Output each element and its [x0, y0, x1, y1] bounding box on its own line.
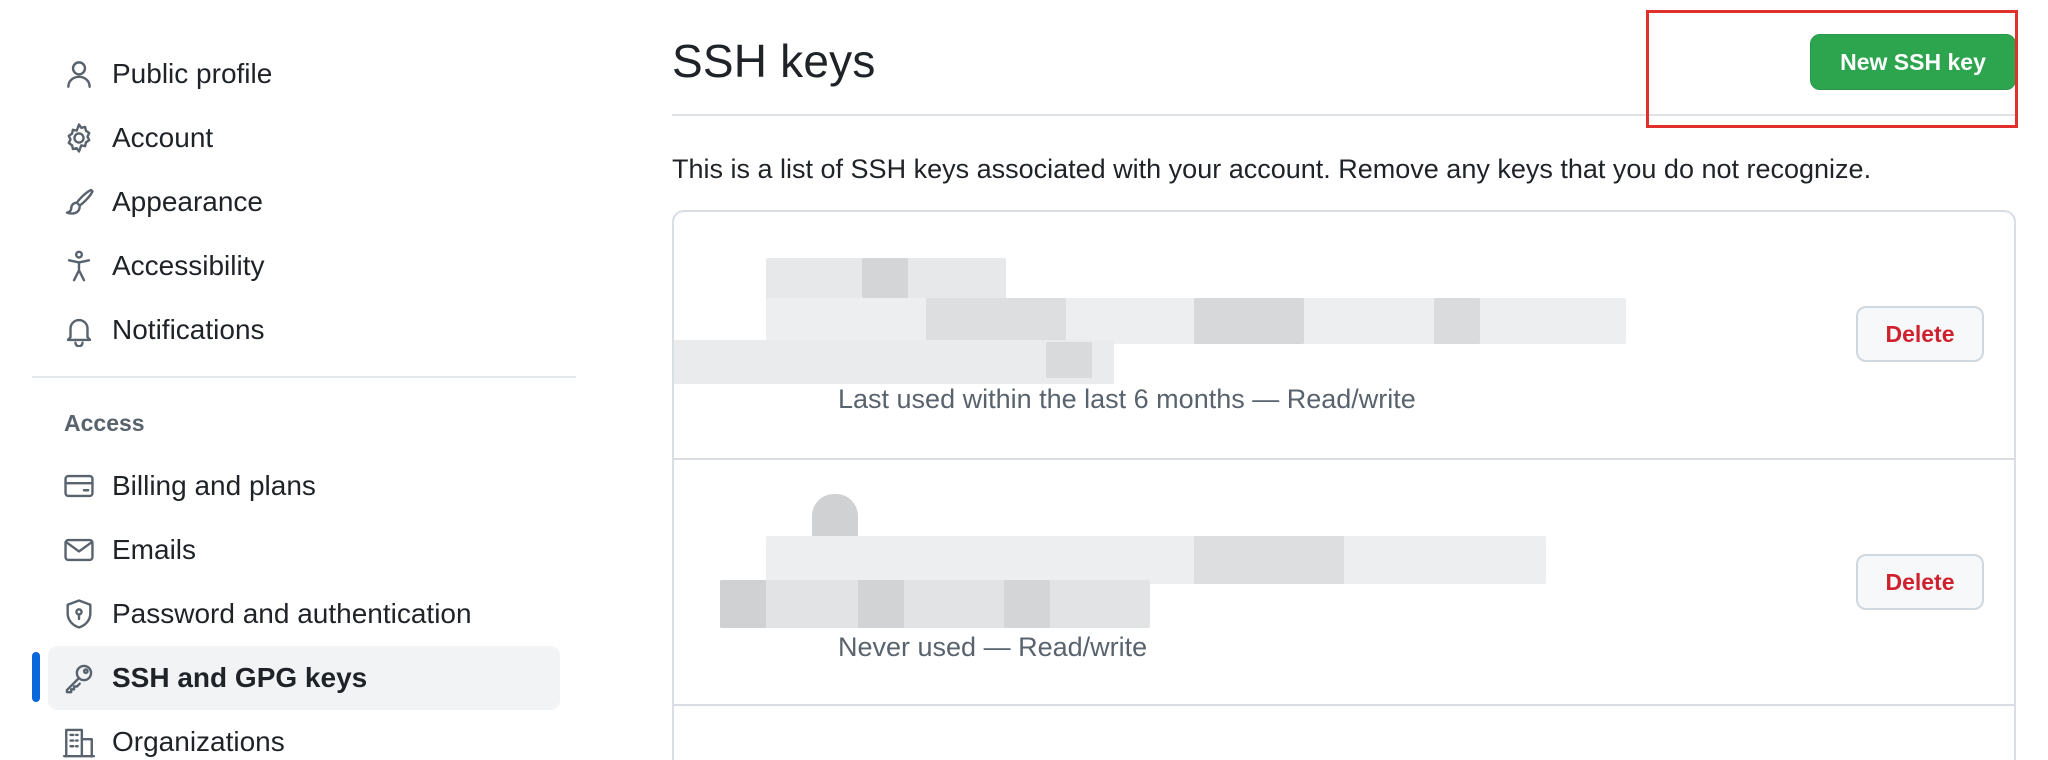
sidebar-item-public-profile[interactable]: Public profile — [48, 42, 560, 106]
gear-icon — [62, 121, 96, 155]
sidebar-item-appearance[interactable]: Appearance — [48, 170, 560, 234]
sidebar-item-ssh-gpg-keys[interactable]: SSH and GPG keys — [48, 646, 560, 710]
main-content: SSH keys New SSH key This is a list of S… — [672, 0, 2016, 760]
active-indicator — [32, 652, 40, 702]
sidebar-item-label: Appearance — [112, 186, 264, 217]
key-usage-text: Never used — Read/write — [838, 632, 1148, 662]
ssh-key-row: Last used within the last 6 months — Rea… — [674, 212, 2014, 458]
sidebar-item-label: Public profile — [112, 58, 273, 89]
page-description: This is a list of SSH keys associated wi… — [672, 154, 1872, 184]
sidebar-divider — [32, 376, 576, 378]
key-icon — [62, 661, 96, 695]
paintbrush-icon — [62, 185, 96, 219]
sidebar-item-organizations[interactable]: Organizations — [48, 710, 560, 760]
organization-icon — [62, 725, 96, 759]
redacted-pixel — [812, 494, 858, 538]
sidebar-item-label: Emails — [112, 534, 197, 565]
sidebar-item-emails[interactable]: Emails — [48, 518, 560, 582]
redacted-pixel — [1194, 298, 1304, 344]
bell-icon — [62, 313, 96, 347]
sidebar-item-billing[interactable]: Billing and plans — [48, 454, 560, 518]
redacted-pixel — [858, 580, 904, 628]
sidebar-item-notifications[interactable]: Notifications — [48, 298, 560, 362]
redacted-pixel — [1194, 536, 1344, 584]
sidebar-item-label: Password and authentication — [112, 598, 472, 629]
page-title: SSH keys — [672, 35, 876, 87]
sidebar-item-label: SSH and GPG keys — [112, 662, 368, 693]
sidebar-item-label: Organizations — [112, 726, 285, 757]
ssh-key-row: Never used — Read/write Delete — [674, 458, 2014, 704]
title-divider — [672, 114, 2016, 116]
redacted-pixel — [1004, 580, 1050, 628]
accessibility-icon — [62, 249, 96, 283]
settings-page: Public profile Account Appearance Access… — [0, 0, 2048, 760]
sidebar-item-accessibility[interactable]: Accessibility — [48, 234, 560, 298]
shield-lock-icon — [62, 597, 96, 631]
sidebar-section-heading-access: Access — [64, 410, 145, 436]
mail-icon — [62, 533, 96, 567]
settings-sidebar: Public profile Account Appearance Access… — [0, 0, 600, 760]
redacted-pixel — [926, 298, 1066, 344]
sidebar-item-label: Notifications — [112, 314, 265, 345]
key-usage-text: Last used within the last 6 months — Rea… — [838, 384, 1416, 414]
sidebar-item-account[interactable]: Account — [48, 106, 560, 170]
ssh-key-list: Last used within the last 6 months — Rea… — [672, 210, 2016, 760]
redacted-pixel — [862, 258, 908, 298]
ssh-key-row-partial — [674, 704, 2014, 760]
new-ssh-key-button[interactable]: New SSH key — [1810, 34, 2016, 90]
sidebar-item-label: Accessibility — [112, 250, 265, 281]
sidebar-item-label: Billing and plans — [112, 470, 316, 501]
sidebar-item-password-authentication[interactable]: Password and authentication — [48, 582, 560, 646]
redacted-pixel — [720, 580, 766, 628]
delete-key-button[interactable]: Delete — [1856, 306, 1984, 362]
sidebar-item-label: Account — [112, 122, 214, 153]
redacted-key-title — [766, 536, 1546, 584]
person-icon — [62, 57, 96, 91]
credit-card-icon — [62, 469, 96, 503]
delete-key-button[interactable]: Delete — [1856, 554, 1984, 610]
redacted-pixel — [1046, 342, 1092, 378]
redacted-key-fingerprint — [720, 580, 1150, 628]
redacted-pixel — [1434, 298, 1480, 344]
